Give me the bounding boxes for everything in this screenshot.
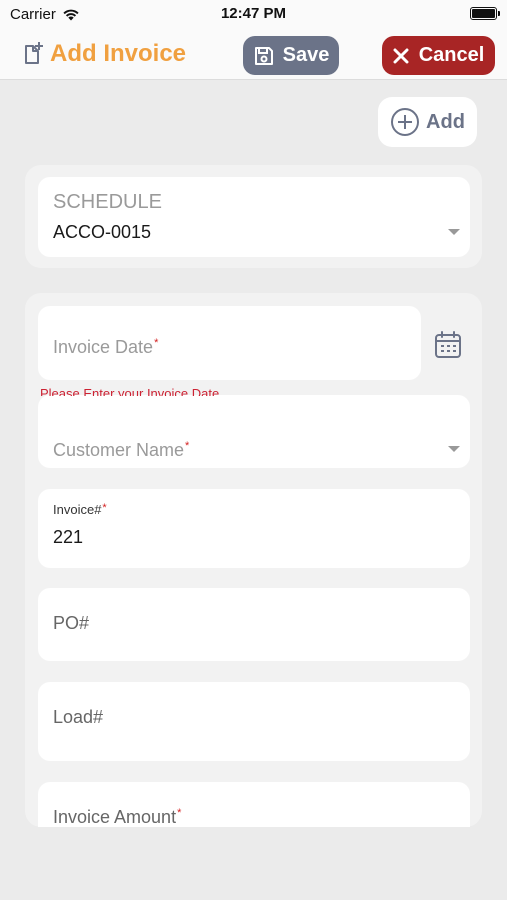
invoice-number-field[interactable]: Invoice#* 221	[38, 489, 470, 568]
schedule-value: ACCO-0015	[53, 222, 152, 242]
required-marker: *	[102, 502, 107, 514]
battery-icon	[470, 7, 500, 20]
customer-name-placeholder: Customer Name*	[53, 440, 190, 460]
cancel-button[interactable]: Cancel	[382, 36, 495, 75]
chevron-down-icon	[448, 446, 460, 452]
schedule-card: SCHEDULE ACCO-0015	[25, 165, 482, 268]
nav-header: Add Invoice Save Cancel	[0, 28, 507, 80]
status-bar: Carrier 12:47 PM	[0, 0, 507, 28]
required-marker: *	[177, 807, 182, 819]
invoice-date-field[interactable]: Invoice Date*	[38, 306, 421, 380]
required-marker: *	[185, 440, 190, 452]
add-label: Add	[426, 110, 465, 133]
calendar-icon[interactable]	[433, 330, 463, 360]
close-icon	[393, 48, 409, 63]
floppy-disk-icon	[254, 46, 273, 65]
header-title-group: Add Invoice	[22, 40, 186, 68]
save-button[interactable]: Save	[243, 36, 339, 75]
invoice-number-value: 221	[53, 527, 84, 547]
page-title: Add Invoice	[50, 40, 187, 67]
required-marker: *	[154, 337, 159, 349]
po-number-field[interactable]: PO#	[38, 588, 470, 661]
cancel-label: Cancel	[418, 44, 485, 66]
invoice-form-card: Invoice Date* Customer Name* Invoice#* 2…	[25, 293, 482, 855]
bottom-area	[0, 827, 507, 900]
po-number-placeholder: PO#	[53, 613, 90, 633]
invoice-date-placeholder: Invoice Date*	[53, 337, 159, 357]
chevron-down-icon	[448, 229, 460, 235]
load-number-placeholder: Load#	[53, 707, 104, 727]
schedule-label: SCHEDULE	[53, 191, 162, 213]
customer-name-select[interactable]: Customer Name*	[38, 395, 470, 468]
load-number-field[interactable]: Load#	[38, 682, 470, 761]
invoice-number-label: Invoice#*	[53, 502, 107, 517]
invoice-date-error: Please Enter your Invoice Date	[40, 387, 220, 396]
plus-circle-icon	[391, 108, 420, 136]
status-time: 12:47 PM	[220, 5, 287, 22]
schedule-select[interactable]: SCHEDULE ACCO-0015	[38, 177, 470, 257]
invoice-amount-placeholder: Invoice Amount*	[53, 807, 182, 827]
add-button[interactable]: Add	[378, 97, 477, 147]
add-document-icon	[25, 42, 43, 64]
save-label: Save	[282, 44, 330, 66]
